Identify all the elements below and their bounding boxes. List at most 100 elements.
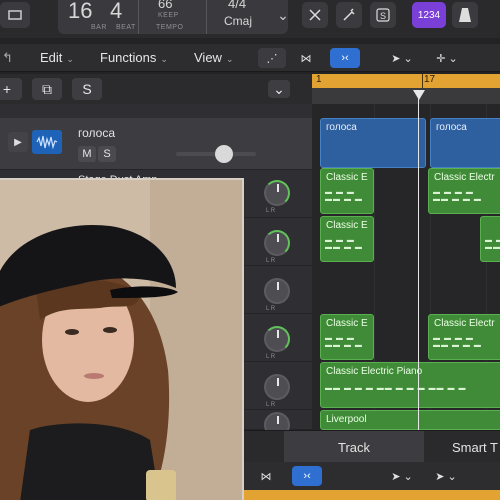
midi-region[interactable]: Liverpool (320, 410, 500, 430)
pan-lr-label: L R (266, 258, 276, 264)
region-label: Classic E (326, 220, 368, 231)
secondary-ruler[interactable] (312, 88, 500, 104)
count-in-button[interactable]: 1234 (412, 2, 446, 28)
edit-menu[interactable]: Edit ⌄ (40, 50, 74, 65)
solo-mode-icon[interactable]: S (370, 2, 396, 28)
ruler-bar-1: 1 (316, 74, 322, 85)
tracks-area[interactable]: голоса голоса Classic E ▬ ▬ ▬ ▬▬ ▬ ▬ Clas… (312, 104, 500, 430)
automation-icon[interactable]: ⋰ (258, 48, 286, 68)
pan-knob[interactable] (264, 180, 290, 206)
pan-knob[interactable] (264, 278, 290, 304)
lcd-display[interactable]: 16 4 BAR BEAT 66 KEEP TEMPO 4/4 Cmaj (58, 0, 288, 34)
logic-pro-window: 16 4 BAR BEAT 66 KEEP TEMPO 4/4 Cmaj ⌄ S… (0, 0, 500, 500)
playhead-handle[interactable] (413, 90, 425, 100)
pan-lr-label: L R (266, 208, 276, 214)
midi-notes: ▬ ▬▬▬ (485, 237, 500, 251)
tab-track[interactable]: Track (284, 431, 424, 463)
midi-region[interactable]: Classic E ▬ ▬ ▬ ▬▬ ▬ ▬ (320, 216, 374, 262)
back-icon[interactable]: ↰ (2, 50, 13, 66)
keep-label: KEEP (158, 12, 179, 19)
add-track-button[interactable]: + (0, 78, 22, 100)
lcd-divider (138, 0, 139, 34)
midi-notes: ▬ ▬ ▬ ▬▬ ▬ ▬ (325, 189, 363, 203)
midi-region[interactable]: Classic Electr ▬ ▬ ▬ ▬ ▬▬ ▬ ▬ ▬ (428, 314, 500, 360)
pointer-tool-icon[interactable]: ➤ ⌄ (384, 466, 420, 486)
collapse-icon[interactable]: ⌄ (268, 80, 290, 98)
midi-region[interactable]: Classic Electric Piano ▬▬ ▬ ▬ ▬ ▬▬ ▬ ▬ ▬… (320, 362, 500, 408)
pointer-tool-icon[interactable]: ➤ ⌄ (384, 48, 420, 68)
bottom-ruler (244, 490, 500, 500)
track-name[interactable]: голоса (78, 126, 115, 140)
tempo-label: TEMPO (156, 24, 184, 31)
key-signature: Cmaj (224, 14, 253, 28)
region-label: Liverpool (326, 414, 367, 425)
midi-notes: ▬ ▬ ▬ ▬▬ ▬ ▬ (325, 237, 363, 251)
pointer-tool-icon[interactable]: ➤ ⌄ (428, 466, 464, 486)
midi-region[interactable]: Classic Electr ▬ ▬ ▬ ▬ ▬▬ ▬ ▬ ▬ (428, 168, 500, 214)
tab-smart-tempo[interactable]: Smart T (428, 431, 500, 463)
track-header-toolbar: + ⧉ S ⌄ (0, 74, 312, 104)
region-label: Classic E (326, 318, 368, 329)
time-signature: 4/4 (228, 0, 247, 11)
svg-text:S: S (380, 11, 386, 21)
editor-toolbar: ↰ Edit ⌄ Functions ⌄ View ⌄ ⋰ ⋈ ›‹ ➤ ⌄ ✛ ⌄ (0, 44, 500, 72)
bar-ruler[interactable]: 1 17 (312, 74, 500, 88)
chevron-down-icon[interactable]: ⌄ (270, 2, 296, 28)
pan-knob[interactable] (264, 230, 290, 256)
beat-value: 4 (110, 0, 123, 23)
chevron-down-icon: ⌄ (225, 54, 234, 64)
flex-icon[interactable]: ⋈ (292, 48, 320, 68)
view-menu[interactable]: View ⌄ (194, 50, 234, 65)
control-bar: 16 4 BAR BEAT 66 KEEP TEMPO 4/4 Cmaj ⌄ S… (0, 0, 500, 38)
metronome-icon[interactable] (452, 2, 478, 28)
bar-value: 16 (68, 0, 93, 23)
midi-notes: ▬▬ ▬ ▬ ▬ ▬▬ ▬ ▬ ▬ ▬▬ ▬ ▬ (325, 385, 467, 392)
pan-knob[interactable] (264, 374, 290, 400)
flex-icon[interactable]: ⋈ (252, 466, 280, 486)
midi-region[interactable]: ▬ ▬▬▬ (480, 216, 500, 262)
region-label: Classic Electr (434, 172, 495, 183)
pan-lr-label: L R (266, 306, 276, 312)
bottom-tab-bar: Track Smart T (244, 430, 500, 463)
media-icon[interactable] (0, 2, 30, 28)
tab-spacer (244, 431, 284, 463)
edit-menu-label: Edit (40, 50, 63, 65)
chevron-down-icon: ⌄ (160, 54, 168, 64)
audio-region[interactable]: голоса (430, 118, 500, 168)
marquee-tool-icon[interactable]: ✛ ⌄ (428, 48, 466, 68)
volume-slider-knob[interactable] (215, 145, 233, 163)
midi-region[interactable]: Classic E ▬ ▬ ▬ ▬▬ ▬ ▬ (320, 168, 374, 214)
tuner-icon[interactable] (336, 2, 362, 28)
tempo-value: 66 (158, 0, 173, 11)
replace-mode-icon[interactable] (302, 2, 328, 28)
solo-button[interactable]: S (98, 146, 116, 162)
person-photo (0, 180, 242, 500)
midi-region[interactable]: Classic E ▬ ▬ ▬ ▬▬ ▬ ▬ (320, 314, 374, 360)
beat-label: BEAT (116, 24, 136, 31)
mute-button[interactable]: M (78, 146, 96, 162)
functions-menu[interactable]: Functions ⌄ (100, 50, 168, 65)
pan-lr-label: L R (266, 402, 276, 408)
midi-notes: ▬ ▬ ▬ ▬ ▬▬ ▬ ▬ ▬ (433, 189, 482, 203)
duplicate-track-icon[interactable]: ⧉ (32, 78, 62, 100)
bottom-toolbar: ⋈ ›‹ ➤ ⌄ ➤ ⌄ (244, 462, 500, 490)
chevron-down-icon: ⌄ (66, 54, 74, 64)
region-label: голоса (326, 122, 357, 133)
catch-playhead-icon[interactable]: ›‹ (292, 466, 322, 486)
playhead[interactable] (418, 90, 419, 430)
pan-lr-label: L R (266, 354, 276, 360)
region-label: Classic Electric Piano (326, 366, 423, 377)
lcd-divider (206, 0, 207, 34)
region-label: голоса (436, 122, 467, 133)
play-icon[interactable]: ▶ (8, 132, 28, 152)
audio-region[interactable]: голоса (320, 118, 426, 168)
pan-knob[interactable] (264, 326, 290, 352)
global-solo-button[interactable]: S (72, 78, 102, 100)
region-label: Classic Electr (434, 318, 495, 329)
midi-notes: ▬ ▬ ▬ ▬ ▬▬ ▬ ▬ ▬ (433, 335, 482, 349)
region-label: Classic E (326, 172, 368, 183)
track-row[interactable]: ▶ голоса M S (0, 118, 312, 170)
functions-menu-label: Functions (100, 50, 157, 65)
catch-playhead-icon[interactable]: ›‹ (330, 48, 360, 68)
midi-notes: ▬ ▬ ▬ ▬▬ ▬ ▬ (325, 335, 363, 349)
